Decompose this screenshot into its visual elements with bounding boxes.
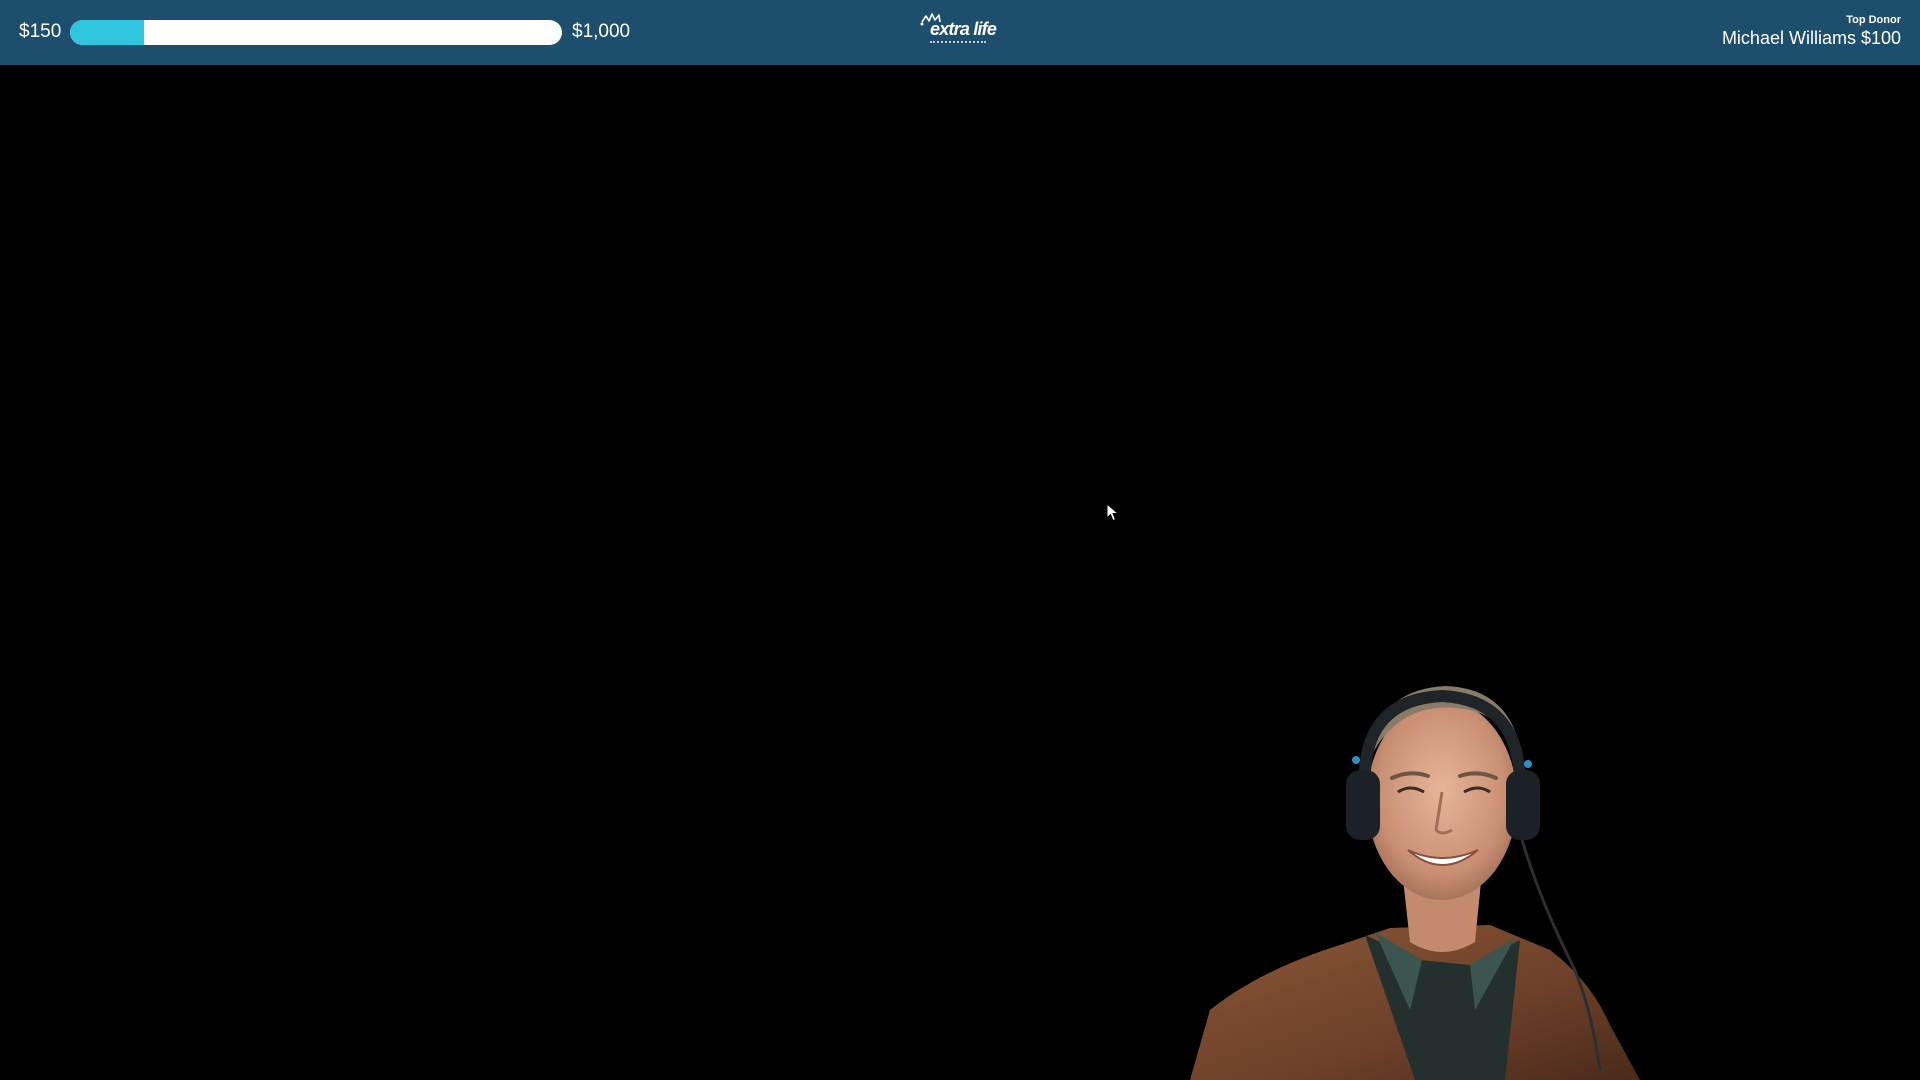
donation-progress-bar [70, 20, 562, 45]
streamer-webcam [1190, 686, 1640, 1080]
donation-banner: $150 $1,000 extra life Top Donor Michael… [0, 0, 1920, 65]
stream-overlay: $150 $1,000 extra life Top Donor Michael… [0, 0, 1920, 1080]
mouse-pointer-icon [1106, 503, 1120, 522]
extra-life-logo: extra life [918, 12, 1004, 48]
goal-target-amount: $1,000 [572, 21, 631, 42]
donation-progress-fill [70, 20, 144, 45]
top-donor-label: Top Donor [1846, 14, 1901, 26]
goal-current-amount: $150 [19, 21, 62, 42]
top-donor-value: Michael Williams $100 [1721, 28, 1901, 48]
top-donor: Top Donor Michael Williams $100 [1722, 14, 1901, 49]
logo-tagline [930, 41, 986, 46]
logo-wordmark: extra life [930, 19, 997, 39]
